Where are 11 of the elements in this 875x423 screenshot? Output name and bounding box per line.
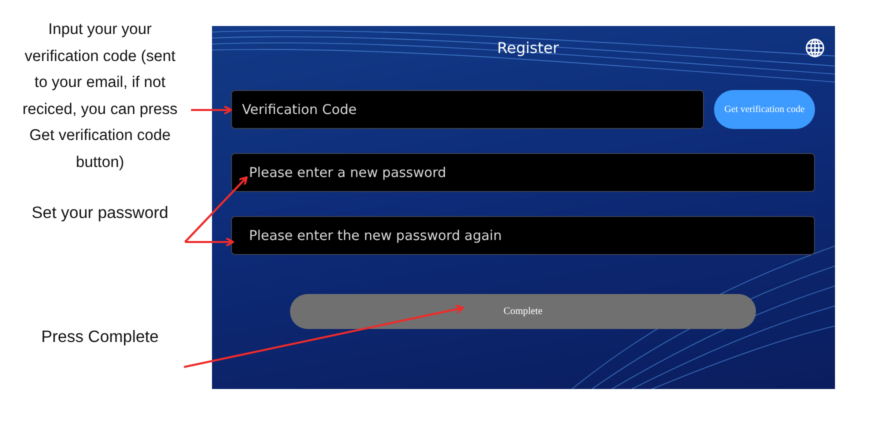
- annotation-text: Input your your verification code (sent to your email, if not reciced, you can press Get verification code button): [21, 20, 179, 173]
- input-field[interactable]: Verification Code: [231, 90, 704, 129]
- annotation-arrow: [191, 105, 232, 115]
- complete-button[interactable]: Complete: [290, 294, 756, 329]
- annotation-text: Set your password: [32, 202, 168, 224]
- input-field[interactable]: Please enter a new password: [231, 153, 815, 192]
- input-field[interactable]: Please enter the new password again: [231, 216, 815, 255]
- get-code-button[interactable]: Get verification code: [714, 90, 815, 129]
- page-title: Register: [497, 39, 559, 57]
- annotation-text: Press Complete: [41, 327, 159, 348]
- globe-icon[interactable]: [805, 38, 825, 58]
